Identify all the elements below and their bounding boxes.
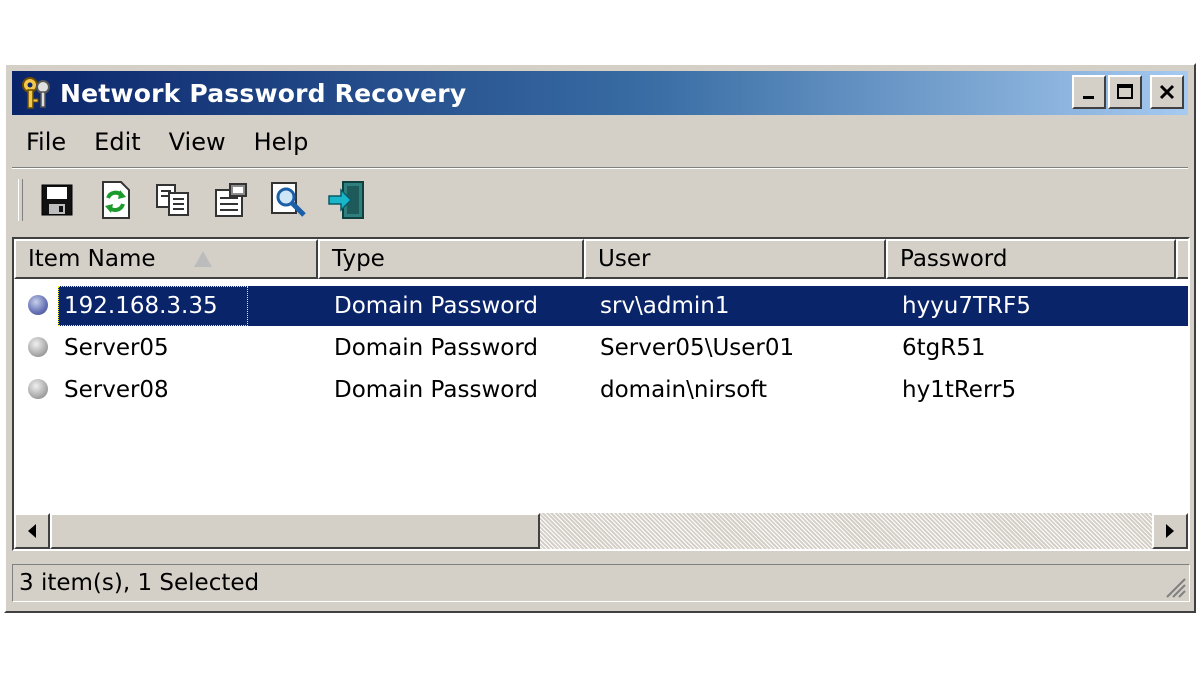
properties-button[interactable] <box>207 177 255 223</box>
item-status-icon <box>28 337 48 357</box>
cell-item-name: Server05 <box>64 335 169 361</box>
arrow-left-icon <box>28 524 36 538</box>
item-status-icon <box>28 295 48 315</box>
menu-separator <box>12 167 1188 169</box>
column-header-filler <box>1176 239 1188 279</box>
cell-type: Domain Password <box>334 377 538 403</box>
cell-password: 6tgR51 <box>902 335 986 361</box>
cell-user: Server05\User01 <box>600 335 795 361</box>
status-bar: 3 item(s), 1 Selected <box>12 561 1190 605</box>
maximize-icon <box>1117 84 1133 99</box>
column-header-label: User <box>598 246 651 272</box>
keys-app-icon <box>18 75 54 111</box>
column-header-user[interactable]: User <box>584 239 886 279</box>
status-text: 3 item(s), 1 Selected <box>19 570 260 596</box>
properties-icon <box>215 183 247 217</box>
table-row[interactable]: Server05 Domain Password Server05\User01… <box>14 327 1188 369</box>
arrow-right-icon <box>1166 524 1174 538</box>
cell-type: Domain Password <box>334 335 538 361</box>
menu-help[interactable]: Help <box>240 128 323 156</box>
minimize-button[interactable] <box>1072 75 1106 109</box>
table-body: 192.168.3.35 Domain Password srv\admin1 … <box>14 285 1188 411</box>
table-row[interactable]: 192.168.3.35 Domain Password srv\admin1 … <box>14 285 1188 327</box>
menu-bar: File Edit View Help <box>16 119 322 165</box>
minimize-icon <box>1083 96 1094 99</box>
copy-icon <box>156 184 189 216</box>
column-header-label: Item Name <box>28 246 156 272</box>
scrollbar-thumb[interactable] <box>50 513 540 549</box>
save-button[interactable] <box>33 177 81 223</box>
toolbar <box>18 175 381 225</box>
table-row[interactable]: Server08 Domain Password domain\nirsoft … <box>14 369 1188 411</box>
cell-password: hyyu7TRF5 <box>902 293 1031 319</box>
cell-type: Domain Password <box>334 293 538 319</box>
cell-password: hy1tRerr5 <box>902 377 1017 403</box>
window-title: Network Password Recovery <box>60 78 467 108</box>
status-panel: 3 item(s), 1 Selected <box>12 564 1190 602</box>
maximize-button[interactable] <box>1108 75 1142 109</box>
scroll-right-button[interactable] <box>1152 513 1188 549</box>
find-button[interactable] <box>265 177 313 223</box>
menu-edit[interactable]: Edit <box>80 128 154 156</box>
refresh-icon <box>102 181 130 219</box>
title-bar[interactable]: Network Password Recovery <box>12 71 1188 115</box>
cell-item-name: 192.168.3.35 <box>64 293 218 319</box>
cell-user: domain\nirsoft <box>600 377 768 403</box>
close-icon <box>1159 84 1175 100</box>
exit-icon <box>328 181 364 219</box>
save-icon <box>41 184 73 216</box>
password-list-view[interactable]: Item Name Type User Password 192.168.3.3… <box>12 237 1190 551</box>
exit-button[interactable] <box>323 177 371 223</box>
refresh-button[interactable] <box>91 177 139 223</box>
cell-item-name: Server08 <box>64 377 169 403</box>
column-header-item-name[interactable]: Item Name <box>14 239 318 279</box>
app-window: Network Password Recovery File Edit View… <box>4 63 1196 613</box>
toolbar-grip[interactable] <box>18 179 23 221</box>
sort-ascending-icon <box>194 251 212 267</box>
column-header-type[interactable]: Type <box>318 239 584 279</box>
resize-grip-icon[interactable] <box>1161 573 1187 599</box>
column-header-label: Type <box>332 246 385 272</box>
menu-view[interactable]: View <box>155 128 240 156</box>
copy-button[interactable] <box>149 177 197 223</box>
find-icon <box>271 182 306 217</box>
item-status-icon <box>28 379 48 399</box>
close-button[interactable] <box>1150 75 1184 109</box>
horizontal-scrollbar[interactable] <box>14 513 1188 549</box>
column-header-password[interactable]: Password <box>886 239 1176 279</box>
column-header-row: Item Name Type User Password <box>14 239 1188 279</box>
column-header-label: Password <box>900 246 1008 272</box>
menu-file[interactable]: File <box>16 128 80 156</box>
scroll-left-button[interactable] <box>14 513 50 549</box>
cell-user: srv\admin1 <box>600 293 730 319</box>
